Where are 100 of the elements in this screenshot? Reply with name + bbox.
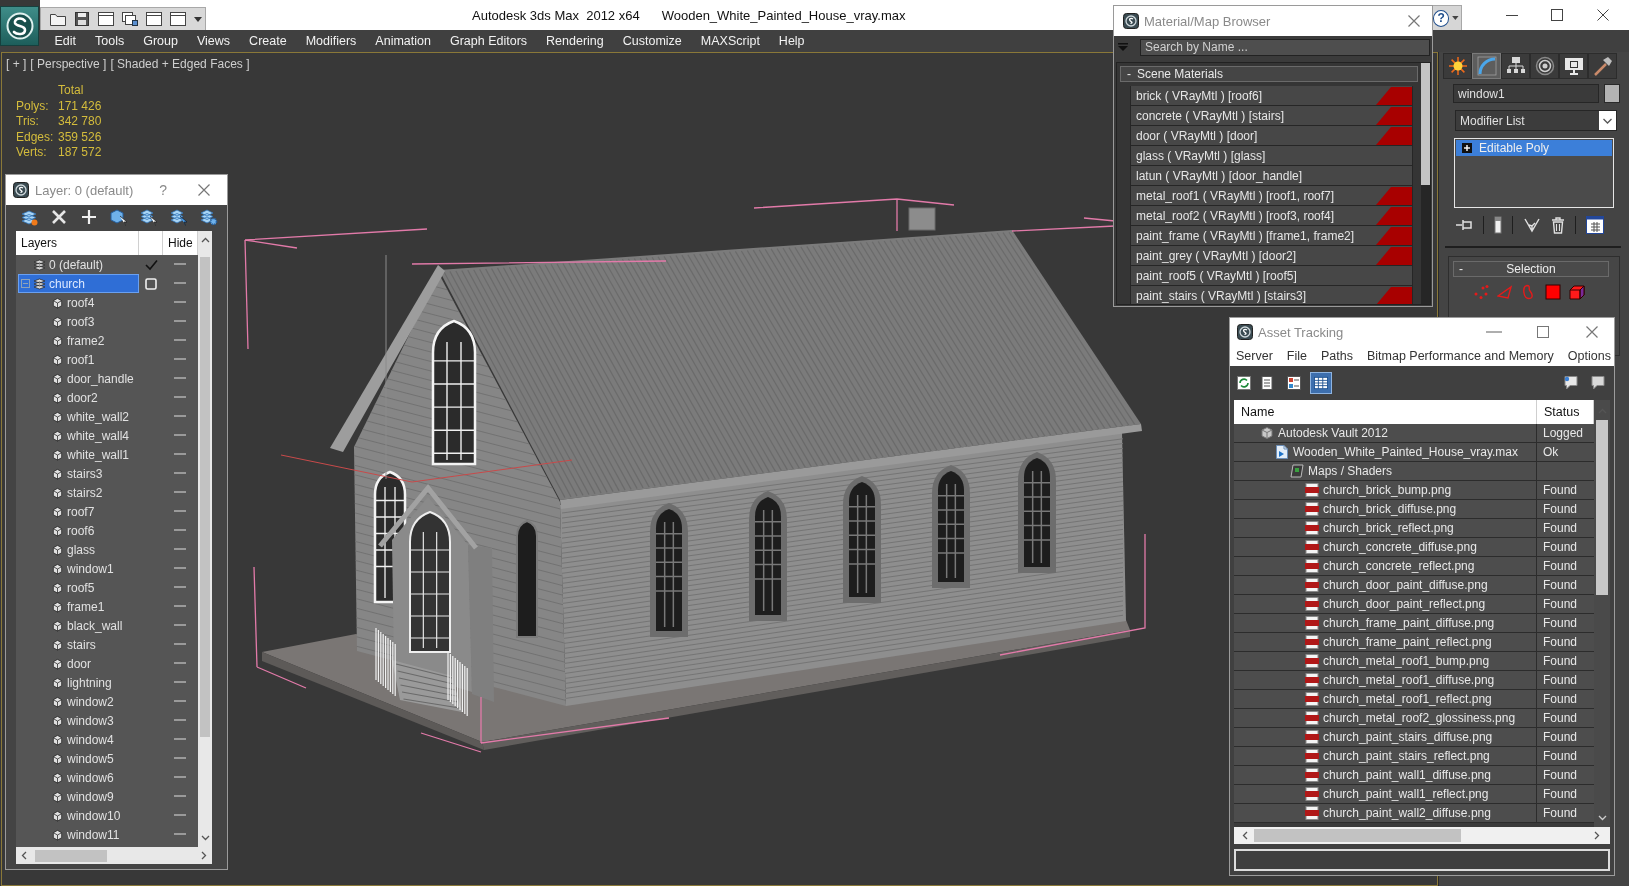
object-item[interactable]: frame1	[18, 597, 139, 616]
dash-icon[interactable]	[174, 833, 186, 836]
window-icon[interactable]	[170, 12, 186, 26]
layer-cursor-icon[interactable]	[170, 208, 188, 226]
menu-item[interactable]: Group	[133, 30, 188, 52]
speech-bubble-icon[interactable]	[1563, 374, 1579, 391]
folder-icon[interactable]	[50, 12, 66, 26]
asset-item[interactable]: church_metal_roof1_diffuse.png	[1234, 671, 1537, 689]
dash-icon[interactable]	[174, 529, 186, 532]
maximize-icon[interactable]	[1551, 9, 1563, 21]
group-header[interactable]: - Scene Materials	[1120, 66, 1418, 82]
window-grid-icon[interactable]	[1586, 216, 1604, 234]
collapse-toggle[interactable]: -	[1454, 262, 1463, 276]
menu-item[interactable]: Options	[1567, 349, 1611, 363]
object-item[interactable]: stairs3	[18, 464, 139, 483]
object-item[interactable]: roof7	[18, 502, 139, 521]
subobject-button[interactable]	[1569, 284, 1585, 300]
chevron-down-icon[interactable]	[200, 835, 210, 841]
dash-icon[interactable]	[174, 339, 186, 342]
panel-tab[interactable]	[1559, 53, 1588, 79]
scrollbar-thumb[interactable]	[200, 257, 210, 737]
object-color-swatch[interactable]	[1604, 84, 1620, 103]
menu-item[interactable]: Server	[1236, 349, 1273, 363]
maximize-icon[interactable]	[1537, 326, 1549, 338]
material-item[interactable]: paint_roof5 ( VRayMtl ) [roof5]	[1130, 266, 1413, 286]
object-item[interactable]: window5	[18, 749, 139, 768]
viewport-menu[interactable]: [ Shaded + Edged Faces ]	[110, 57, 250, 71]
dash-icon[interactable]	[174, 795, 186, 798]
panel-tab[interactable]	[1588, 53, 1617, 79]
asset-item[interactable]: church_brick_reflect.png	[1234, 519, 1537, 537]
document-stack-icon[interactable]	[122, 12, 138, 26]
dash-icon[interactable]	[174, 377, 186, 380]
dash-icon[interactable]	[174, 567, 186, 570]
menu-item[interactable]: File	[1286, 349, 1307, 363]
dash-icon[interactable]	[174, 586, 186, 589]
dash-icon[interactable]	[174, 301, 186, 304]
speech-bubble-icon[interactable]	[1590, 374, 1606, 391]
search-field[interactable]: Search by Name ...	[1140, 38, 1430, 56]
close-icon[interactable]	[1408, 15, 1420, 27]
object-item[interactable]: door	[18, 654, 139, 673]
scrollbar[interactable]	[16, 847, 212, 864]
asset-item[interactable]: church_frame_paint_diffuse.png	[1234, 614, 1537, 632]
dash-icon[interactable]	[174, 662, 186, 665]
bin-icon[interactable]	[1551, 216, 1565, 234]
object-item[interactable]: glass	[18, 540, 139, 559]
object-item[interactable]: roof6	[18, 521, 139, 540]
dash-icon[interactable]	[174, 396, 186, 399]
modifier-item[interactable]: Editable Poly	[1456, 140, 1612, 156]
expand-icon[interactable]	[1462, 143, 1472, 153]
asset-item[interactable]: Autodesk Vault 2012	[1234, 424, 1537, 442]
object-item[interactable]: black_wall	[18, 616, 139, 635]
object-item[interactable]: roof5	[18, 578, 139, 597]
asset-item[interactable]: church_paint_wall1_reflect.png	[1234, 785, 1537, 803]
plus-icon[interactable]	[80, 208, 98, 226]
close-icon[interactable]	[1586, 326, 1598, 338]
view-button[interactable]	[1310, 371, 1332, 394]
menu-item[interactable]: Customize	[613, 30, 692, 52]
asset-item[interactable]: church_paint_wall1_diffuse.png	[1234, 766, 1537, 784]
object-item[interactable]: roof4	[18, 293, 139, 312]
checkbox-icon[interactable]	[145, 277, 157, 290]
modifier-list-dropdown[interactable]: Modifier List	[1455, 110, 1617, 131]
dash-icon[interactable]	[174, 624, 186, 627]
dash-icon[interactable]	[174, 814, 186, 817]
menu-item[interactable]: Graph Editors	[440, 30, 537, 52]
scrollbar-thumb[interactable]	[1596, 420, 1608, 595]
caret-icon[interactable]	[194, 16, 202, 22]
scrollbar-thumb[interactable]	[1254, 829, 1461, 842]
panel-tab[interactable]	[1501, 53, 1530, 79]
layer-gear-icon[interactable]	[200, 208, 218, 226]
menu-item[interactable]: Paths	[1321, 349, 1353, 363]
asset-item[interactable]: Wooden_White_Painted_House_vray.max	[1234, 443, 1537, 461]
dash-icon[interactable]	[174, 472, 186, 475]
object-item[interactable]: window2	[18, 692, 139, 711]
material-item[interactable]: paint_stairs ( VRayMtl ) [stairs3]	[1130, 286, 1413, 304]
object-item[interactable]: frame2	[18, 331, 139, 350]
help-button[interactable]: ?	[159, 182, 167, 198]
asset-item[interactable]: church_paint_wall2_diffuse.png	[1234, 804, 1537, 822]
asset-item[interactable]: church_brick_diffuse.png	[1234, 500, 1537, 518]
dash-icon[interactable]	[174, 643, 186, 646]
dash-icon[interactable]	[174, 700, 186, 703]
material-item[interactable]: metal_roof1 ( VRayMtl ) [roof1, roof7]	[1130, 186, 1413, 206]
object-item[interactable]: white_wall1	[18, 445, 139, 464]
refresh-icon[interactable]	[1237, 375, 1251, 390]
dash-icon[interactable]	[174, 263, 186, 266]
menu-item[interactable]: Animation	[365, 30, 441, 52]
object-item[interactable]: window1	[18, 559, 139, 578]
menu-item[interactable]: Edit	[45, 30, 86, 52]
layer-stack-icon[interactable]	[20, 208, 38, 226]
menu-item[interactable]: Create	[239, 30, 297, 52]
chevron-right-icon[interactable]	[1594, 831, 1600, 840]
viewport-menu[interactable]: [ + ]	[6, 57, 27, 71]
menu-item[interactable]: Help	[769, 30, 815, 52]
window-icon[interactable]	[146, 12, 162, 26]
cube-cursor-icon[interactable]	[110, 208, 128, 226]
object-name-field[interactable]: window1	[1453, 84, 1599, 103]
asset-item[interactable]: church_paint_stairs_diffuse.png	[1234, 728, 1537, 746]
close-icon[interactable]	[198, 184, 210, 196]
asset-item[interactable]: Maps / Shaders	[1234, 462, 1537, 480]
object-item[interactable]: window9	[18, 787, 139, 806]
chevron-left-icon[interactable]	[1242, 831, 1248, 840]
